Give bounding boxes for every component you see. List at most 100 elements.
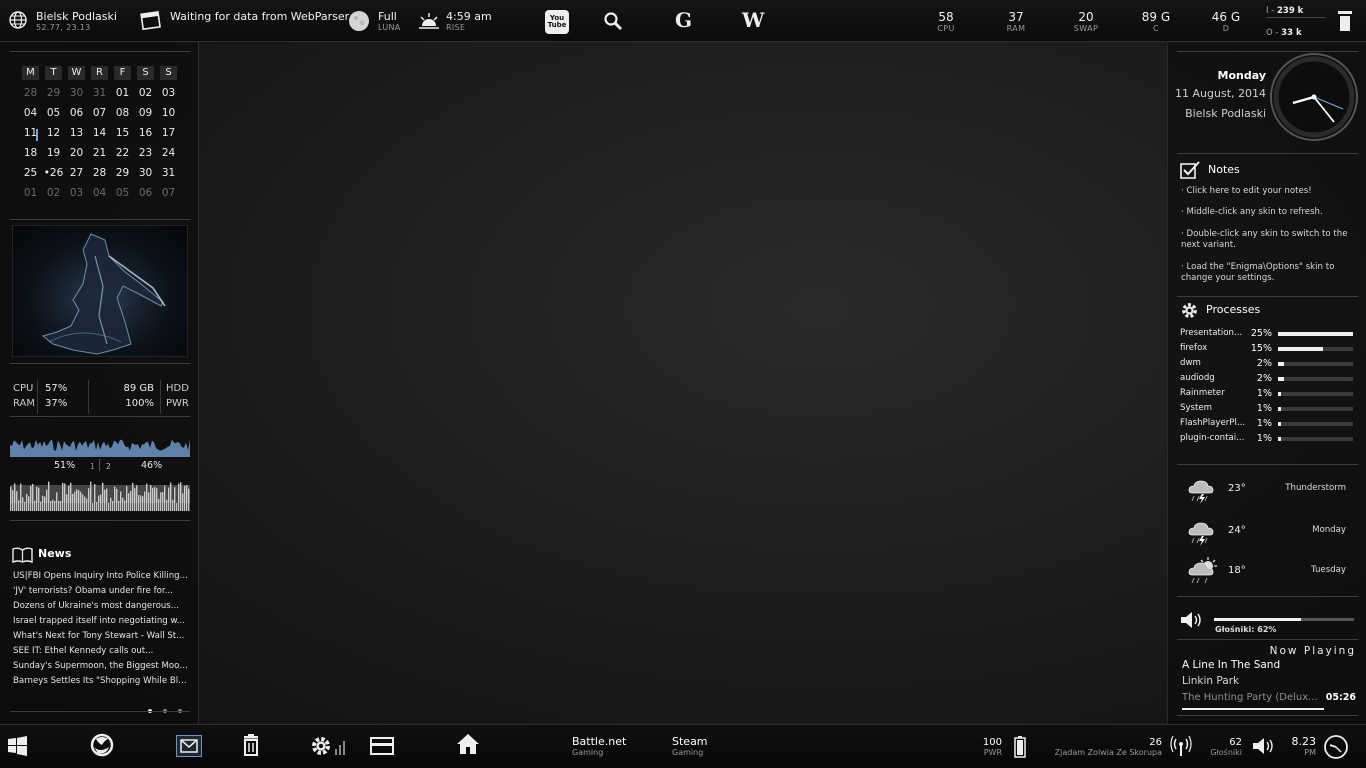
- calendar-day-today[interactable]: 11: [19, 127, 42, 141]
- calendar-day[interactable]: 28: [19, 87, 42, 99]
- calendar-day[interactable]: 02: [134, 87, 157, 99]
- news-item[interactable]: 'JV' terrorists? Obama under fire for...: [13, 584, 191, 599]
- calendar-day[interactable]: 03: [65, 187, 88, 199]
- analog-clock[interactable]: [1269, 52, 1359, 142]
- wifi-status[interactable]: 26 Zjadam Zolwia Ze Skorupa: [1040, 737, 1162, 757]
- calendar-day[interactable]: 05: [111, 187, 134, 199]
- calendar-day[interactable]: 01: [111, 87, 134, 99]
- calendar-day[interactable]: 23: [134, 147, 157, 159]
- process-row[interactable]: Presentation... 25%: [1180, 326, 1356, 341]
- calendar-day[interactable]: 19: [42, 147, 65, 159]
- calendar-day[interactable]: 01: [19, 187, 42, 199]
- calendar-day[interactable]: 03: [157, 87, 180, 99]
- now-playing-track[interactable]: A Line In The Sand: [1182, 659, 1280, 671]
- calendar-day[interactable]: 06: [65, 107, 88, 119]
- mail-button[interactable]: [176, 735, 202, 757]
- taskbar-clock[interactable]: 8.23 PM: [1286, 735, 1317, 757]
- calendar-day[interactable]: 02: [42, 187, 65, 199]
- network-stat[interactable]: I - 239 k O - 33 k: [1266, 6, 1326, 38]
- calendar-day[interactable]: 07: [157, 187, 180, 199]
- sunrise-label: RISE: [446, 23, 466, 32]
- calendar-day[interactable]: •26: [42, 167, 65, 179]
- news-item[interactable]: Barneys Settles Its "Shopping While Bla.…: [13, 674, 191, 689]
- cpu-stat[interactable]: 58 CPU: [916, 10, 976, 33]
- power-status[interactable]: 100 PWR: [976, 737, 1002, 757]
- calendar-day[interactable]: 29: [111, 167, 134, 179]
- note-line[interactable]: · Load the "Enigma\Options" skin to chan…: [1181, 262, 1359, 283]
- news-item[interactable]: What's Next for Tony Stewart - Wall St..…: [13, 629, 191, 644]
- calendar-day[interactable]: 17: [157, 127, 180, 139]
- calendar-day[interactable]: 07: [88, 107, 111, 119]
- system-summary[interactable]: CPU RAM 57% 37% 89 GB 100% HDD PWR: [10, 380, 190, 414]
- calendar-day[interactable]: 30: [134, 167, 157, 179]
- news-item[interactable]: Sunday's Supermoon, the Biggest Moon...: [13, 659, 191, 674]
- calendar-day[interactable]: 14: [88, 127, 111, 139]
- calendar-day[interactable]: 31: [88, 87, 111, 99]
- calendar-day[interactable]: 30: [65, 87, 88, 99]
- calendar-day[interactable]: 31: [157, 167, 180, 179]
- calendar-day[interactable]: 05: [42, 107, 65, 119]
- process-row[interactable]: audiodg 2%: [1180, 371, 1356, 386]
- now-playing-progress[interactable]: [1182, 708, 1324, 710]
- process-percent: 1%: [1256, 388, 1272, 399]
- process-row[interactable]: dwm 2%: [1180, 356, 1356, 371]
- speaker-icon[interactable]: [1180, 611, 1204, 629]
- calendar-day[interactable]: 09: [134, 107, 157, 119]
- clock-icon[interactable]: [1323, 734, 1349, 760]
- calendar-day[interactable]: 20: [65, 147, 88, 159]
- net-out: O - 33 k: [1266, 28, 1302, 38]
- process-row[interactable]: plugin-contai... 1%: [1180, 431, 1356, 446]
- volume-slider[interactable]: [1214, 618, 1354, 621]
- wikipedia-link[interactable]: W: [742, 8, 764, 50]
- firefox-icon[interactable]: [90, 733, 114, 757]
- calendar-day[interactable]: 25: [19, 167, 42, 179]
- ram-stat[interactable]: 37 RAM: [986, 10, 1046, 33]
- weather-row[interactable]: 23° Thunderstorm: [1178, 471, 1358, 509]
- weather-row[interactable]: 18° Tuesday: [1178, 553, 1358, 591]
- home-icon[interactable]: [456, 733, 480, 755]
- calendar-day[interactable]: 04: [19, 107, 42, 119]
- trash-icon[interactable]: [242, 734, 260, 756]
- speaker-status[interactable]: 62 Głośniki: [1206, 737, 1242, 757]
- calendar-day[interactable]: 13: [65, 127, 88, 139]
- calendar-day[interactable]: 27: [65, 167, 88, 179]
- news-item[interactable]: SEE IT: Ethel Kennedy calls out...: [13, 644, 191, 659]
- calendar-day[interactable]: 06: [134, 187, 157, 199]
- process-row[interactable]: FlashPlayerPl... 1%: [1180, 416, 1356, 431]
- calendar-day[interactable]: 12: [42, 127, 65, 139]
- process-row[interactable]: System 1%: [1180, 401, 1356, 416]
- news-pager[interactable]: [148, 698, 193, 717]
- weather-row[interactable]: 24° Monday: [1178, 513, 1358, 551]
- news-item[interactable]: Israel trapped itself into negotiating w…: [13, 614, 191, 629]
- calendar-day[interactable]: 18: [19, 147, 42, 159]
- volume-icon[interactable]: [1252, 737, 1276, 755]
- note-line[interactable]: · Double-click any skin to switch to the…: [1181, 229, 1359, 250]
- drive-c-stat[interactable]: 89 G C: [1126, 10, 1186, 33]
- swap-stat[interactable]: 20 SWAP: [1056, 10, 1116, 33]
- steam-launcher[interactable]: Steam Gaming: [672, 735, 708, 757]
- calendar-day[interactable]: 04: [88, 187, 111, 199]
- calendar-day[interactable]: 21: [88, 147, 111, 159]
- drawer-icon[interactable]: [370, 737, 394, 755]
- note-line[interactable]: · Middle-click any skin to refresh.: [1181, 207, 1359, 218]
- calendar-day[interactable]: 10: [157, 107, 180, 119]
- calendar-day[interactable]: 16: [134, 127, 157, 139]
- google-icon: G: [675, 8, 693, 32]
- news-item[interactable]: US|FBI Opens Inquiry Into Police Killing…: [13, 569, 191, 584]
- calendar-day[interactable]: 22: [111, 147, 134, 159]
- calendar-day[interactable]: 08: [111, 107, 134, 119]
- drive-d-stat[interactable]: 46 G D: [1196, 10, 1256, 33]
- windows-start-icon[interactable]: [6, 735, 28, 757]
- process-row[interactable]: firefox 15%: [1180, 341, 1356, 356]
- process-row[interactable]: Rainmeter 1%: [1180, 386, 1356, 401]
- calendar-day[interactable]: 29: [42, 87, 65, 99]
- calendar-day[interactable]: 15: [111, 127, 134, 139]
- calendar-day[interactable]: 28: [88, 167, 111, 179]
- settings-gear-icon[interactable]: [310, 735, 348, 757]
- news-item[interactable]: Dozens of Ukraine's most dangerous...: [13, 599, 191, 614]
- google-link[interactable]: G: [675, 8, 692, 50]
- youtube-link[interactable]: You Tube: [545, 10, 569, 34]
- battlenet-launcher[interactable]: Battle.net Gaming: [572, 735, 626, 757]
- calendar-day[interactable]: 24: [157, 147, 180, 159]
- note-line[interactable]: · Click here to edit your notes!: [1181, 186, 1359, 197]
